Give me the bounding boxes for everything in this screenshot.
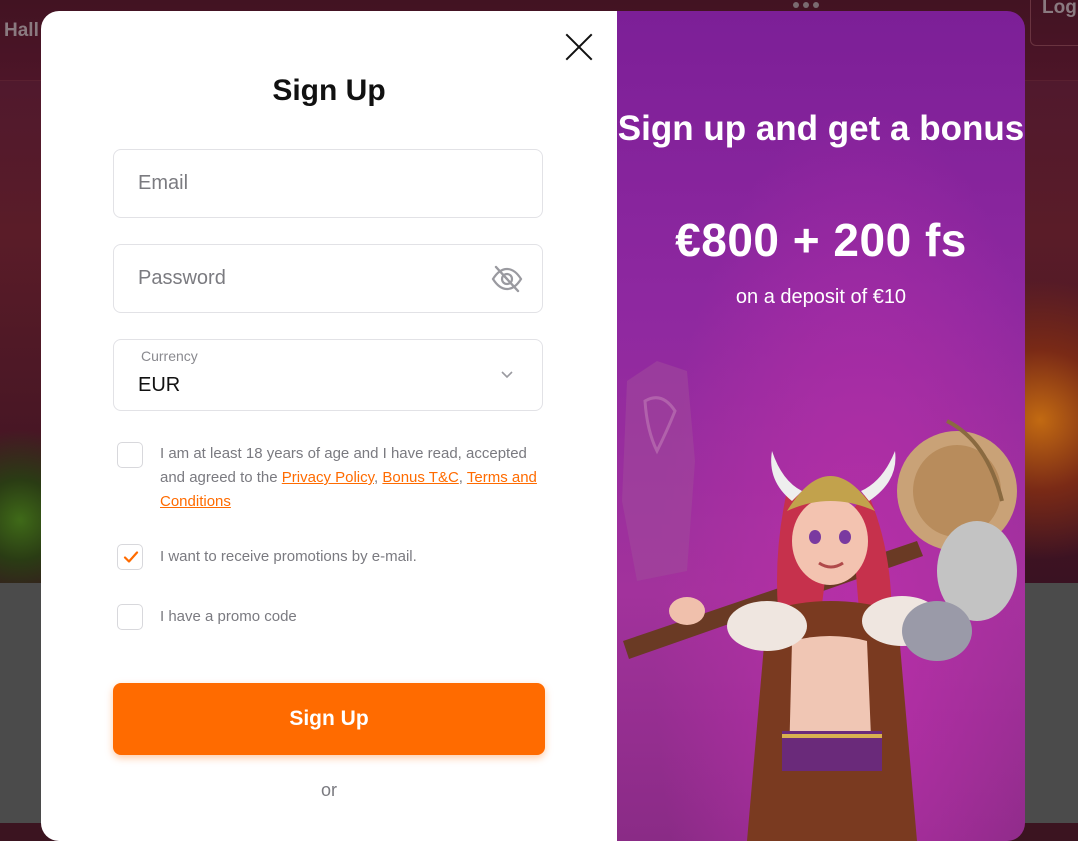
- background-login-label: Log: [1042, 0, 1077, 18]
- signup-submit-button[interactable]: Sign Up: [113, 683, 545, 755]
- signup-modal: Sign Up Currency EUR I am at least 18 ye…: [41, 11, 1025, 841]
- viking-warrior-illustration: [622, 361, 1017, 841]
- background-more-icon: [793, 2, 819, 8]
- background-nav-label: Hall: [4, 20, 39, 41]
- promo-deposit-text: on a deposit of €10: [735, 286, 907, 308]
- email-input[interactable]: [114, 150, 542, 217]
- separator: ,: [458, 469, 467, 486]
- signup-form-panel: Sign Up Currency EUR I am at least 18 ye…: [41, 11, 617, 841]
- currency-select[interactable]: Currency EUR: [113, 339, 543, 411]
- modal-title: Sign Up: [272, 74, 386, 107]
- promotions-consent-label: I want to receive promotions by e-mail.: [160, 548, 417, 565]
- promotions-consent-row[interactable]: I want to receive promotions by e-mail.: [117, 544, 537, 570]
- promo-code-checkbox[interactable]: [117, 604, 143, 630]
- password-input[interactable]: [114, 245, 542, 312]
- close-button[interactable]: [563, 31, 595, 63]
- age-consent-checkbox[interactable]: [117, 442, 143, 468]
- currency-value: EUR: [138, 374, 181, 396]
- email-field[interactable]: [113, 149, 543, 218]
- privacy-policy-link[interactable]: Privacy Policy: [282, 469, 374, 486]
- age-consent-text: I am at least 18 years of age and I have…: [160, 442, 537, 514]
- promotions-consent-checkbox[interactable]: [117, 544, 143, 570]
- promo-code-label: I have a promo code: [160, 608, 297, 625]
- bonus-promo-panel: Sign up and get a bonus €800 + 200 fs on…: [617, 11, 1025, 841]
- promo-code-row[interactable]: I have a promo code: [117, 604, 537, 630]
- currency-label: Currency: [141, 348, 198, 364]
- promo-bonus-amount: €800 + 200 fs: [675, 214, 967, 266]
- chevron-down-icon: [501, 371, 513, 379]
- password-field[interactable]: [113, 244, 543, 313]
- checkmark-icon: [123, 551, 139, 563]
- eye-slash-icon[interactable]: [490, 264, 524, 294]
- age-consent-row[interactable]: I am at least 18 years of age and I have…: [117, 442, 537, 514]
- or-divider-text: or: [320, 780, 337, 800]
- bonus-terms-link[interactable]: Bonus T&C: [382, 469, 458, 486]
- promo-headline: Sign up and get a bonus: [617, 109, 1025, 148]
